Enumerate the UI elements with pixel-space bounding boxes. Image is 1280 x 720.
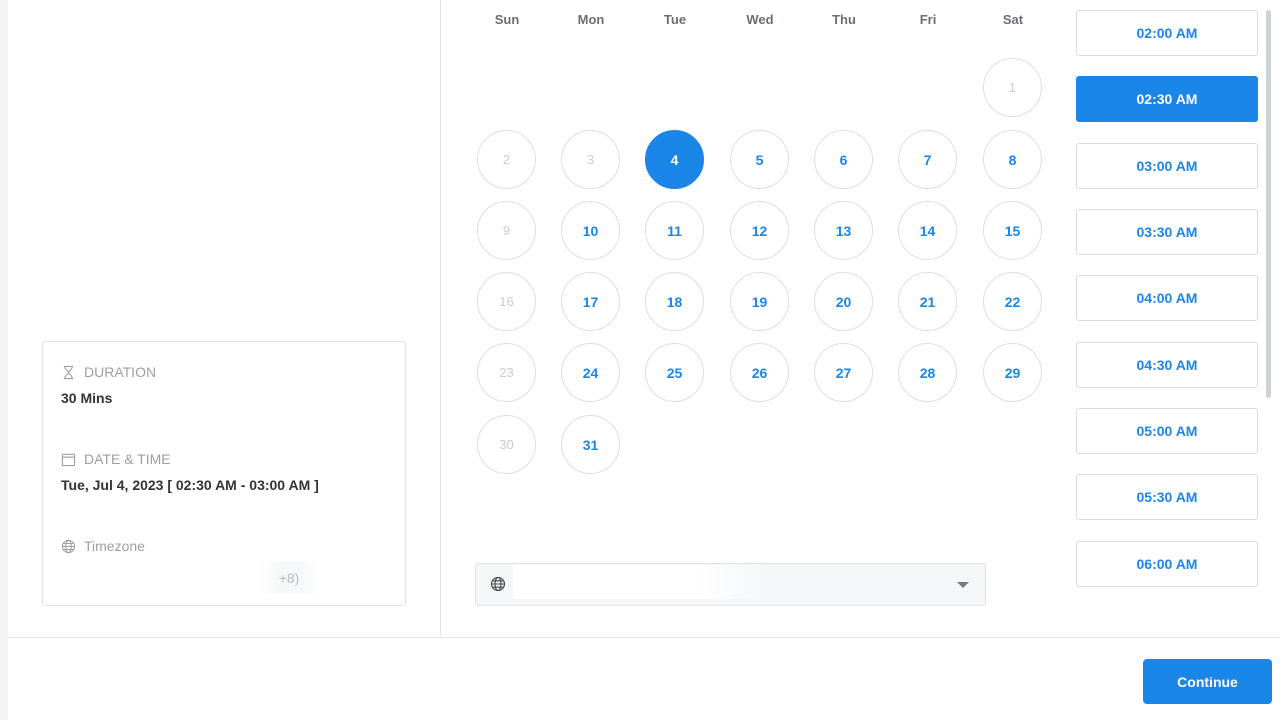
vertical-divider [440,0,441,637]
continue-button[interactable]: Continue [1143,659,1272,704]
calendar-day-15[interactable]: 15 [983,201,1042,260]
horizontal-divider [8,637,1280,638]
timezone-label: Timezone [84,538,145,554]
time-slot-05-30-am[interactable]: 05:30 AM [1076,474,1258,520]
time-slot-05-00-am[interactable]: 05:00 AM [1076,408,1258,454]
calendar-day-12[interactable]: 12 [730,201,789,260]
calendar-day-8[interactable]: 8 [983,130,1042,189]
weekday-sun: Sun [494,12,520,27]
calendar-day-30: 30 [477,415,536,474]
chevron-down-icon[interactable] [957,582,969,588]
calendar-day-26[interactable]: 26 [730,343,789,402]
calendar-day-27[interactable]: 27 [814,343,873,402]
calendar-day-29[interactable]: 29 [983,343,1042,402]
time-slot-04-00-am[interactable]: 04:00 AM [1076,275,1258,321]
calendar-day-10[interactable]: 10 [561,201,620,260]
weekday-sat: Sat [1002,12,1024,27]
duration-section: DURATION 30 Mins [61,363,156,406]
booking-summary-card: DURATION 30 Mins DATE & TIME Tue, Jul 4,… [42,341,406,606]
datetime-section: DATE & TIME Tue, Jul 4, 2023 [ 02:30 AM … [61,450,319,493]
calendar-icon [61,453,76,466]
weekday-tue: Tue [663,12,687,27]
datetime-value: Tue, Jul 4, 2023 [ 02:30 AM - 03:00 AM ] [61,477,319,493]
calendar-day-4[interactable]: 4 [645,130,704,189]
time-slot-02-00-am[interactable]: 02:00 AM [1076,10,1258,56]
time-slot-02-30-am[interactable]: 02:30 AM [1076,76,1258,122]
weekday-thu: Thu [832,12,856,27]
time-slot-06-00-am[interactable]: 06:00 AM [1076,541,1258,587]
calendar-day-19[interactable]: 19 [730,272,789,331]
globe-icon [490,576,506,592]
calendar-day-11[interactable]: 11 [645,201,704,260]
calendar-day-13[interactable]: 13 [814,201,873,260]
calendar-day-5[interactable]: 5 [730,130,789,189]
time-slot-03-00-am[interactable]: 03:00 AM [1076,143,1258,189]
weekday-mon: Mon [577,12,605,27]
calendar-day-28[interactable]: 28 [898,343,957,402]
weekday-fri: Fri [919,12,937,27]
calendar-day-23: 23 [477,343,536,402]
calendar-day-7[interactable]: 7 [898,130,957,189]
time-slot-04-30-am[interactable]: 04:30 AM [1076,342,1258,388]
calendar-day-18[interactable]: 18 [645,272,704,331]
calendar-day-21[interactable]: 21 [898,272,957,331]
calendar-day-1: 1 [983,58,1042,117]
calendar-day-17[interactable]: 17 [561,272,620,331]
calendar-day-25[interactable]: 25 [645,343,704,402]
weekday-wed: Wed [746,12,774,27]
time-slot-03-30-am[interactable]: 03:30 AM [1076,209,1258,255]
timezone-value: +8) [258,562,320,594]
datetime-label: DATE & TIME [84,451,171,467]
time-slot-scrollbar[interactable] [1266,10,1271,398]
calendar-day-2: 2 [477,130,536,189]
calendar-day-16: 16 [477,272,536,331]
calendar-day-22[interactable]: 22 [983,272,1042,331]
timezone-select-value [513,565,773,599]
calendar-day-24[interactable]: 24 [561,343,620,402]
globe-icon [61,539,76,553]
hourglass-icon [63,365,74,379]
timezone-section: Timezone [61,537,145,555]
calendar-day-9: 9 [477,201,536,260]
duration-value: 30 Mins [61,390,113,406]
calendar-day-3: 3 [561,130,620,189]
left-edge-strip [0,0,8,720]
duration-label: DURATION [84,364,157,380]
calendar-day-31[interactable]: 31 [561,415,620,474]
calendar-day-6[interactable]: 6 [814,130,873,189]
calendar-day-20[interactable]: 20 [814,272,873,331]
calendar-day-14[interactable]: 14 [898,201,957,260]
timezone-select[interactable] [475,563,986,606]
